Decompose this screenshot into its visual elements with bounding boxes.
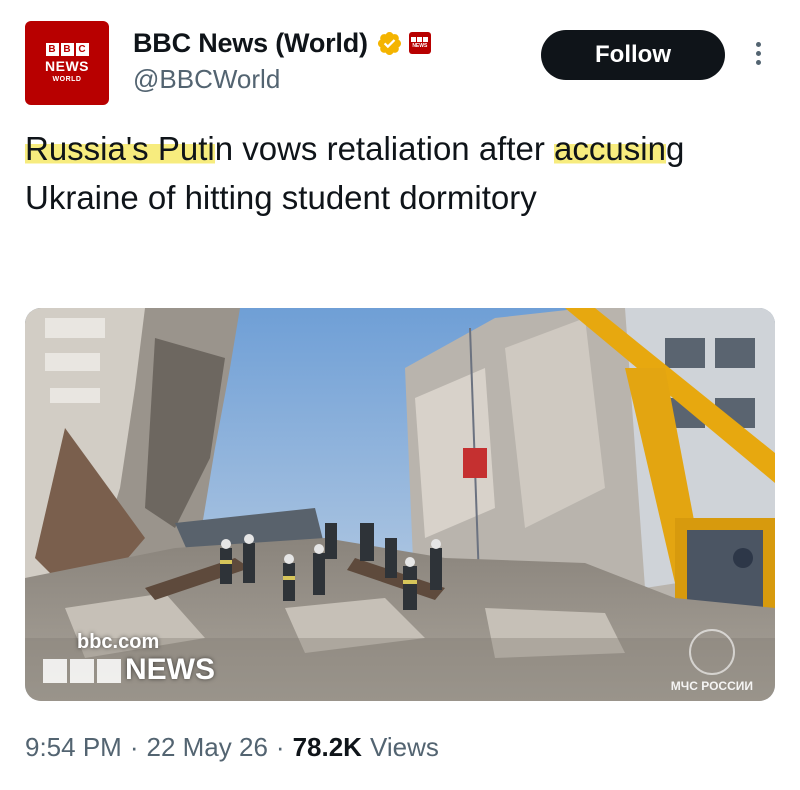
affiliate-bbc-badge-icon[interactable]: NEWS [408, 32, 431, 54]
author-handle[interactable]: @BBCWorld [133, 64, 280, 95]
tweet-date[interactable]: 22 May 26 [147, 732, 268, 763]
separator-dot: · [275, 732, 285, 762]
tweet-time[interactable]: 9:54 PM [25, 732, 122, 763]
watermark-site-text: bbc.com [77, 631, 160, 653]
avatar-news-text: NEWS [45, 58, 89, 74]
highlighted-text: accusin [554, 130, 666, 167]
highlighted-text: Russia's Puti [25, 130, 215, 167]
tweet-text-part: n vows retaliation after [214, 130, 555, 167]
watermark-news-text: NEWS [125, 653, 215, 686]
avatar[interactable]: B B C NEWS WORLD [25, 21, 109, 105]
follow-button[interactable]: Follow [541, 30, 725, 80]
views-count[interactable]: 78.2K [293, 732, 362, 763]
mchs-emblem-icon [688, 629, 735, 675]
logo-block: B [45, 43, 59, 56]
watermark-agency-text: МЧС РОССИИ [670, 679, 753, 693]
author-name-row: BBC News (World) NEWS [133, 26, 431, 60]
avatar-world-text: WORLD [52, 76, 82, 83]
bbc-blocks-icon [43, 659, 121, 683]
verified-badge-icon[interactable] [376, 30, 403, 57]
separator-dot: · [129, 732, 139, 762]
bbc-logo-blocks: B B C [45, 43, 89, 56]
tweet-media-image[interactable]: NEWS bbc.com МЧС РОССИИ [25, 308, 775, 701]
bbc-news-watermark: NEWS bbc.com [43, 631, 215, 686]
display-name[interactable]: BBC News (World) [133, 28, 368, 59]
views-label[interactable]: Views [370, 732, 439, 763]
tweet-text: Russia's Putin vows retaliation after ac… [25, 124, 765, 222]
logo-block: B [60, 43, 74, 56]
more-vertical-icon[interactable] [748, 38, 768, 72]
mchs-watermark: МЧС РОССИИ [671, 629, 753, 693]
logo-block: C [75, 43, 89, 56]
tweet-meta: 9:54 PM · 22 May 26 · 78.2K Views [25, 732, 439, 763]
